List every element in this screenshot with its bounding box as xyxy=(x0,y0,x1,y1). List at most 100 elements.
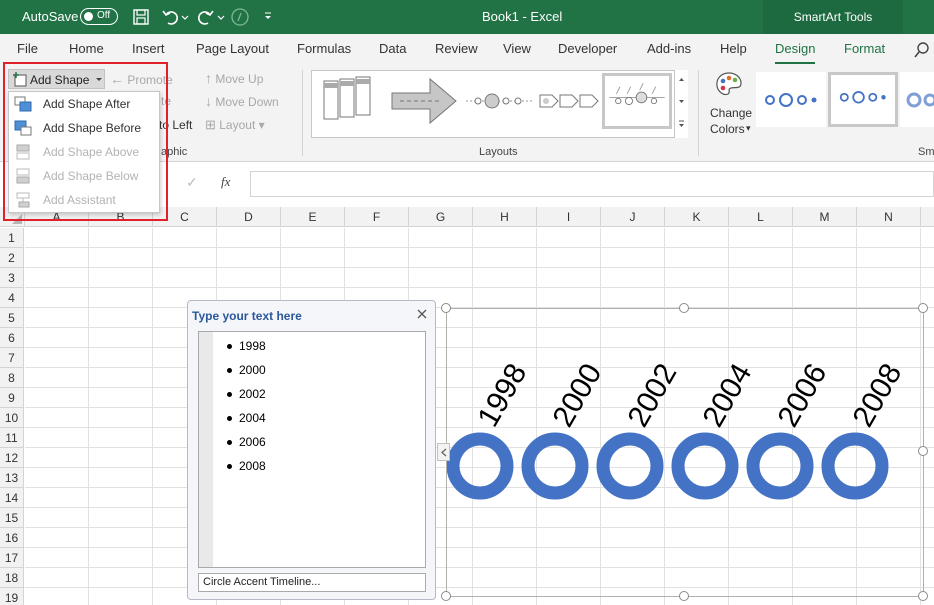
smartart-style-thumb-3[interactable] xyxy=(900,72,934,127)
redo-icon[interactable] xyxy=(196,7,216,27)
layout-thumb-vertical-chevron[interactable] xyxy=(316,75,386,131)
list-item[interactable]: 2006 xyxy=(239,435,266,449)
tab-developer[interactable]: Developer xyxy=(558,41,617,56)
annotation-highlight-box xyxy=(3,62,168,221)
row-header-16[interactable]: 16 xyxy=(0,528,24,548)
tab-insert[interactable]: Insert xyxy=(132,41,165,56)
tab-home[interactable]: Home xyxy=(69,41,104,56)
move-up-button[interactable]: ↑ Move Up xyxy=(205,70,263,86)
resize-handle-top[interactable] xyxy=(679,303,689,313)
row-header-7[interactable]: 7 xyxy=(0,348,24,368)
resize-handle-bottom-left[interactable] xyxy=(441,591,451,601)
customize-qat-icon[interactable] xyxy=(262,7,274,27)
timeline-ring[interactable] xyxy=(596,432,664,500)
row-header-18[interactable]: 18 xyxy=(0,568,24,588)
timeline-year-label[interactable]: 2008 xyxy=(846,358,908,432)
row-header-15[interactable]: 15 xyxy=(0,508,24,528)
text-pane-toggle[interactable] xyxy=(437,443,450,461)
row-header-3[interactable]: 3 xyxy=(0,268,24,288)
column-header-d[interactable]: D xyxy=(217,207,281,227)
tab-format[interactable]: Format xyxy=(844,41,885,56)
tab-help[interactable]: Help xyxy=(720,41,747,56)
search-icon[interactable] xyxy=(914,42,930,58)
list-item[interactable]: 2002 xyxy=(239,387,266,401)
column-header-l[interactable]: L xyxy=(729,207,793,227)
tab-file[interactable]: File xyxy=(17,41,38,56)
resize-handle-right[interactable] xyxy=(918,446,928,456)
timeline-ring[interactable] xyxy=(746,432,814,500)
redo-dropdown-icon[interactable] xyxy=(216,7,226,27)
smartart-style-thumb-1[interactable] xyxy=(756,72,826,127)
row-header-6[interactable]: 6 xyxy=(0,328,24,348)
timeline-year-label[interactable]: 1998 xyxy=(471,358,533,432)
change-colors-button[interactable]: Change Colors ▾ xyxy=(704,70,754,140)
timeline-ring[interactable] xyxy=(447,432,514,500)
column-header-g[interactable]: G xyxy=(409,207,473,227)
tab-formulas[interactable]: Formulas xyxy=(297,41,351,56)
row-header-19[interactable]: 19 xyxy=(0,588,24,605)
row-header-5[interactable]: 5 xyxy=(0,308,24,328)
layout-thumb-process-arrows[interactable] xyxy=(538,75,608,131)
column-header-n[interactable]: N xyxy=(857,207,921,227)
timeline-year-label[interactable]: 2006 xyxy=(771,358,833,432)
smartart-style-thumb-2[interactable] xyxy=(828,72,898,127)
tab-view[interactable]: View xyxy=(503,41,531,56)
close-icon[interactable] xyxy=(415,307,429,321)
function-icon[interactable]: fx xyxy=(221,174,230,190)
timeline-ring[interactable] xyxy=(821,432,889,500)
resize-handle-top-right[interactable] xyxy=(918,303,928,313)
layouts-gallery-scroll[interactable] xyxy=(674,70,688,138)
row-header-4[interactable]: 4 xyxy=(0,288,24,308)
row-header-9[interactable]: 9 xyxy=(0,388,24,408)
list-item[interactable]: 1998 xyxy=(239,339,266,353)
resize-handle-bottom[interactable] xyxy=(679,591,689,601)
timeline-ring[interactable] xyxy=(671,432,739,500)
row-header-1[interactable]: 1 xyxy=(0,228,24,248)
resize-handle-top-left[interactable] xyxy=(441,303,451,313)
layout-button[interactable]: ⊞ Layout ▾ xyxy=(205,117,265,133)
format-painter-icon[interactable] xyxy=(230,7,250,27)
formula-input[interactable] xyxy=(250,171,934,197)
tab-review[interactable]: Review xyxy=(435,41,478,56)
timeline-year-label[interactable]: 2000 xyxy=(546,358,608,432)
row-header-17[interactable]: 17 xyxy=(0,548,24,568)
layout-thumb-circle-accent-timeline[interactable] xyxy=(602,73,672,129)
column-header-m[interactable]: M xyxy=(793,207,857,227)
list-item[interactable]: 2000 xyxy=(239,363,266,377)
row-header-10[interactable]: 10 xyxy=(0,408,24,428)
row-header-14[interactable]: 14 xyxy=(0,488,24,508)
column-header-j[interactable]: J xyxy=(601,207,665,227)
resize-handle-bottom-right[interactable] xyxy=(918,591,928,601)
save-icon[interactable] xyxy=(131,7,151,27)
undo-dropdown-icon[interactable] xyxy=(180,7,190,27)
autosave-toggle[interactable]: Off xyxy=(80,8,118,25)
row-header-13[interactable]: 13 xyxy=(0,468,24,488)
column-header-k[interactable]: K xyxy=(665,207,729,227)
tab-add-ins[interactable]: Add-ins xyxy=(647,41,691,56)
undo-icon[interactable] xyxy=(160,7,180,27)
layout-thumb-arrow[interactable] xyxy=(390,75,460,131)
list-item[interactable]: 2008 xyxy=(239,459,266,473)
enter-check-icon[interactable]: ✓ xyxy=(186,174,198,191)
smartart-graphic[interactable]: 1998 2000 2002 2004 2006 2008 xyxy=(446,308,924,597)
text-pane-list[interactable]: 1998 2000 2002 2004 2006 2008 xyxy=(198,331,426,568)
row-header-11[interactable]: 11 xyxy=(0,428,24,448)
list-item[interactable]: 2004 xyxy=(239,411,266,425)
row-header-12[interactable]: 12 xyxy=(0,448,24,468)
tab-data[interactable]: Data xyxy=(379,41,406,56)
timeline-year-label[interactable]: 2004 xyxy=(696,358,758,432)
column-header-o-partial[interactable] xyxy=(921,207,934,227)
row-header-2[interactable]: 2 xyxy=(0,248,24,268)
tab-page-layout[interactable]: Page Layout xyxy=(196,41,269,56)
timeline-ring[interactable] xyxy=(521,432,589,500)
tab-design[interactable]: Design xyxy=(775,41,816,65)
layout-thumb-circle-timeline[interactable] xyxy=(464,75,534,131)
row-header-8[interactable]: 8 xyxy=(0,368,24,388)
layout-name-link[interactable]: Circle Accent Timeline... xyxy=(198,573,426,592)
column-header-i[interactable]: I xyxy=(537,207,601,227)
column-header-h[interactable]: H xyxy=(473,207,537,227)
timeline-year-label[interactable]: 2002 xyxy=(621,358,683,432)
move-down-button[interactable]: ↓ Move Down xyxy=(205,93,279,109)
column-header-f[interactable]: F xyxy=(345,207,409,227)
column-header-e[interactable]: E xyxy=(281,207,345,227)
